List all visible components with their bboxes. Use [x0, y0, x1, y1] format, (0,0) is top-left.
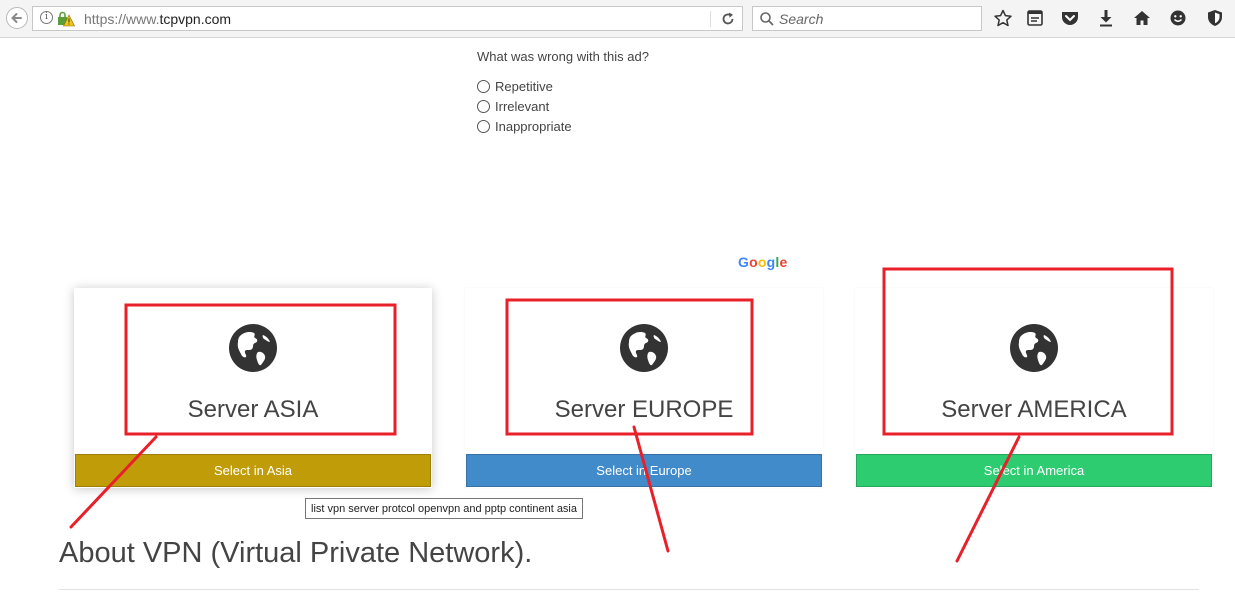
browser-toolbar: i https://www.tcpvpn.com: [0, 0, 1235, 38]
url-bar[interactable]: i https://www.tcpvpn.com: [32, 6, 743, 31]
back-arrow-icon: [11, 13, 22, 23]
ad-feedback-question: What was wrong with this ad?: [477, 49, 649, 64]
select-asia-button[interactable]: Select in Asia: [75, 454, 431, 487]
reload-icon[interactable]: [721, 11, 735, 27]
ad-option-irrelevant[interactable]: Irrelevant: [477, 99, 549, 115]
mixed-content-lock-icon[interactable]: [57, 11, 75, 27]
radio-button[interactable]: [477, 120, 490, 133]
globe-icon: [620, 324, 668, 372]
server-title-asia: Server ASIA: [187, 396, 319, 423]
section-divider: [59, 589, 1199, 590]
tooltip: list vpn server protcol openvpn and pptp…: [305, 498, 583, 519]
search-input[interactable]: [779, 9, 974, 28]
google-logo: Google: [738, 254, 788, 270]
shield-icon[interactable]: [1205, 9, 1225, 27]
select-america-button[interactable]: Select in America: [856, 454, 1212, 487]
downloads-icon[interactable]: [1096, 9, 1116, 27]
bookmark-star-icon[interactable]: [993, 9, 1013, 27]
search-icon: [760, 12, 774, 26]
server-card-asia: Server ASIA Select in Asia: [74, 288, 432, 488]
ad-option-repetitive[interactable]: Repetitive: [477, 79, 553, 95]
url-text[interactable]: https://www.tcpvpn.com: [84, 11, 231, 27]
about-vpn-heading: About VPN (Virtual Private Network).: [59, 537, 533, 569]
radio-button[interactable]: [477, 100, 490, 113]
reading-list-icon[interactable]: [1025, 9, 1045, 27]
server-title-america: Server AMERICA: [941, 396, 1127, 423]
search-bar[interactable]: [752, 6, 982, 31]
server-card-america: Server AMERICA Select in America: [855, 288, 1213, 488]
server-card-europe: Server EUROPE Select in Europe: [465, 288, 823, 488]
info-icon[interactable]: i: [40, 11, 53, 24]
ad-option-inappropriate[interactable]: Inappropriate: [477, 119, 572, 135]
url-bar-divider: [710, 11, 711, 27]
back-button[interactable]: [6, 7, 28, 29]
select-europe-button[interactable]: Select in Europe: [466, 454, 822, 487]
home-icon[interactable]: [1132, 9, 1152, 27]
server-title-europe: Server EUROPE: [554, 396, 734, 423]
smiley-feedback-icon[interactable]: [1168, 9, 1188, 27]
globe-icon: [229, 324, 277, 372]
globe-icon: [1010, 324, 1058, 372]
radio-button[interactable]: [477, 80, 490, 93]
pocket-icon[interactable]: [1060, 9, 1080, 27]
